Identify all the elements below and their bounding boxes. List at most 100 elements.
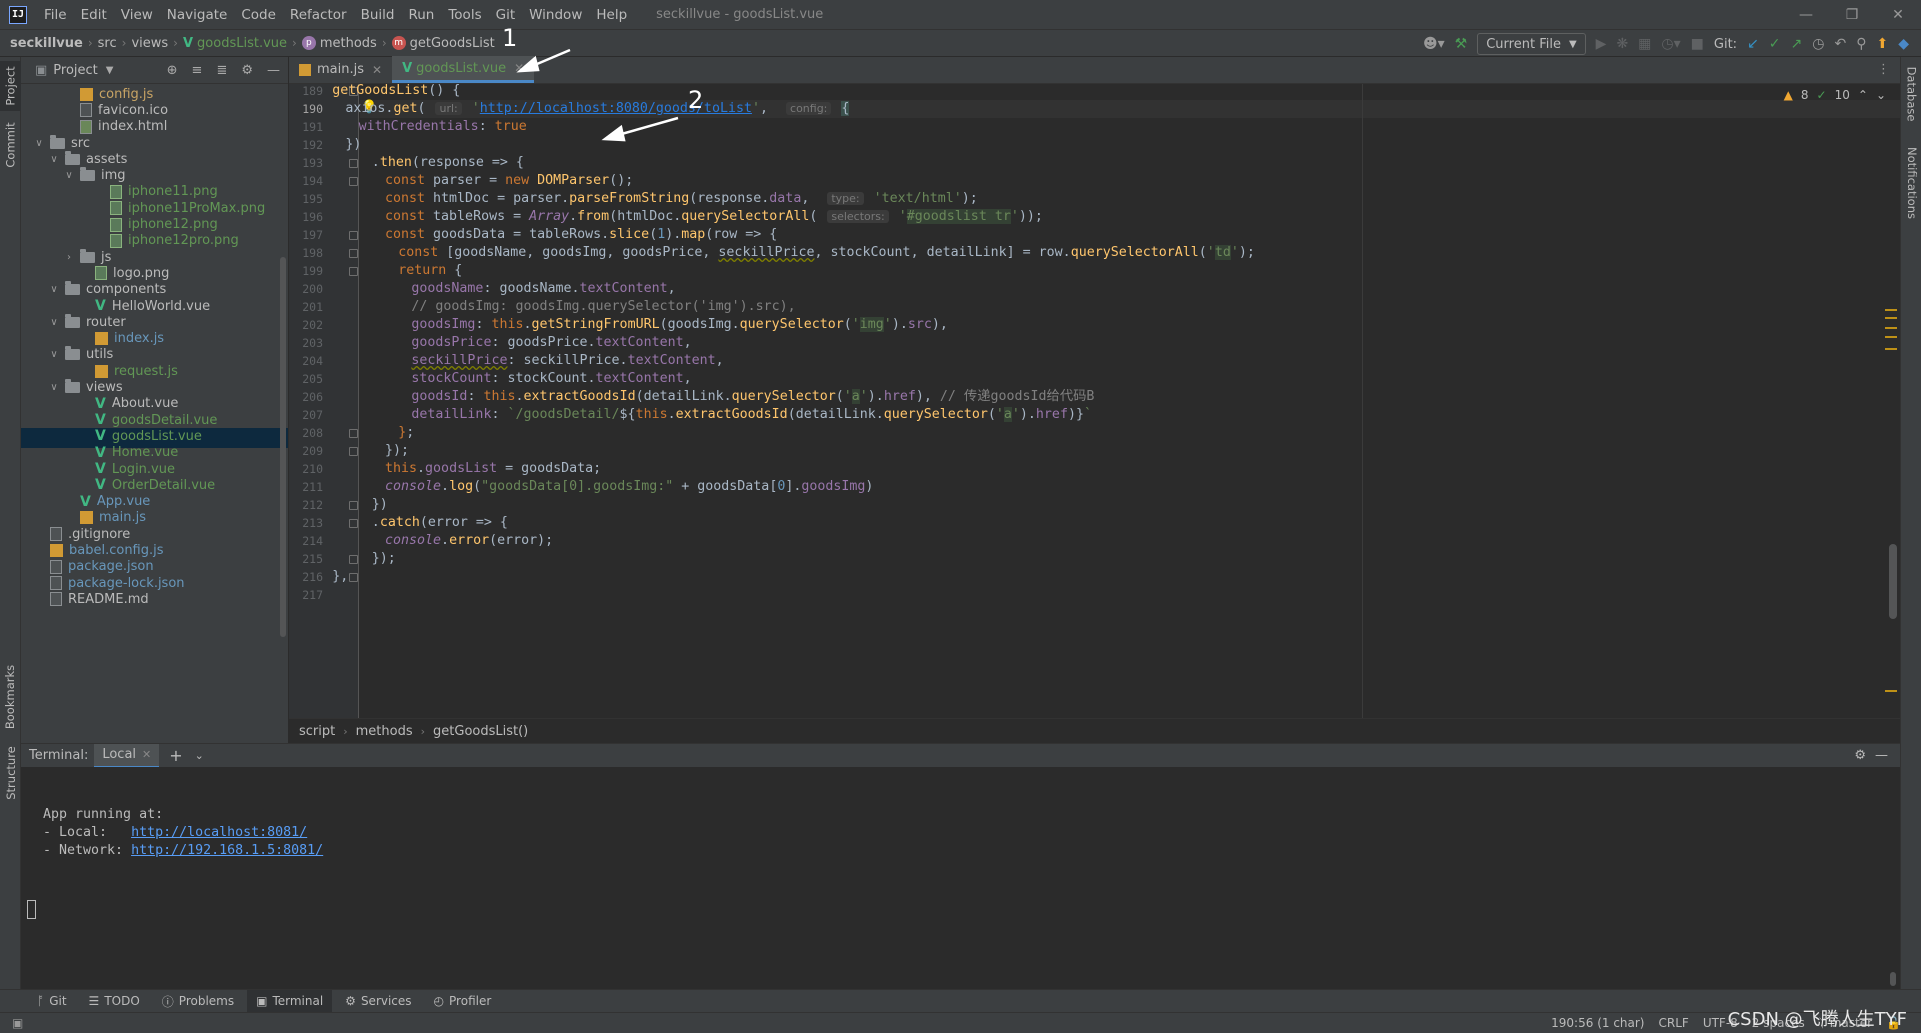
close-icon[interactable]: ✕ — [142, 748, 151, 761]
fold-marker-icon[interactable] — [349, 429, 358, 438]
breadcrumb-script[interactable]: script — [299, 724, 335, 739]
code-line[interactable]: this.goodsList = goodsData; — [385, 460, 601, 478]
editor-scroll-thumb[interactable] — [1889, 544, 1897, 619]
line-number[interactable]: 213 — [289, 514, 323, 532]
tree-item-about-vue[interactable]: V About.vue — [95, 396, 178, 412]
tree-item-js[interactable]: › js — [63, 248, 111, 265]
fold-marker-icon[interactable] — [349, 159, 358, 168]
tree-item-router[interactable]: ∨ router — [48, 313, 126, 330]
tool-terminal[interactable]: ▣ Terminal — [247, 989, 333, 1013]
tool-todo[interactable]: ☰ TODO — [80, 990, 149, 1013]
breadcrumb-getgoodslist[interactable]: getGoodsList() — [433, 724, 528, 739]
tool-problems[interactable]: ⓘ Problems — [153, 990, 243, 1013]
structure-tool-tab[interactable]: Structure — [0, 742, 21, 804]
chevron-down-icon[interactable]: ∨ — [63, 170, 75, 181]
tree-item-iphone11-png[interactable]: iphone11.png — [110, 184, 218, 200]
code-line[interactable]: }); — [372, 550, 396, 568]
database-tool-tab[interactable]: Database — [1901, 61, 1921, 127]
line-number[interactable]: 196 — [289, 208, 323, 226]
menu-git[interactable]: Git — [489, 7, 523, 23]
update-icon[interactable]: ⬆ — [1876, 36, 1888, 52]
code-line[interactable]: seckillPrice: seckillPrice.textContent, — [411, 352, 723, 370]
line-number[interactable]: 200 — [289, 280, 323, 298]
commit-tool-tab[interactable]: Commit — [0, 117, 21, 173]
local-url-link[interactable]: http://localhost:8081/ — [131, 825, 307, 840]
intellij-logo-icon[interactable]: IJ — [9, 5, 27, 24]
tree-item-iphone12pro-png[interactable]: iphone12pro.png — [110, 233, 239, 249]
chevron-right-icon[interactable]: › — [63, 252, 75, 263]
code-line[interactable]: const htmlDoc = parser.parseFromString(r… — [385, 190, 978, 208]
editor-scrollbar[interactable] — [1885, 84, 1900, 718]
line-number[interactable]: 205 — [289, 370, 323, 388]
git-rollback-icon[interactable]: ↶ — [1834, 36, 1846, 52]
gear-icon[interactable]: ⚙ — [241, 63, 253, 78]
chevron-down-icon[interactable]: ∨ — [48, 382, 60, 393]
minimize-icon[interactable]: — — [1783, 0, 1829, 29]
menu-navigate[interactable]: Navigate — [160, 7, 235, 23]
caret-position[interactable]: 190:56 (1 char) — [1551, 1016, 1644, 1030]
code-line[interactable]: goodsPrice: goodsPrice.textContent, — [411, 334, 691, 352]
line-number[interactable]: 207 — [289, 406, 323, 424]
line-number[interactable]: 199 — [289, 262, 323, 280]
restore-icon[interactable]: ❐ — [1829, 0, 1875, 29]
git-update-icon[interactable]: ↙ — [1747, 36, 1759, 52]
line-number[interactable]: 215 — [289, 550, 323, 568]
tab-main-js[interactable]: main.js ✕ — [289, 56, 392, 83]
fold-marker-icon[interactable] — [349, 267, 358, 276]
locate-icon[interactable]: ⊕ — [167, 63, 178, 78]
menu-code[interactable]: Code — [234, 7, 283, 23]
chevron-down-icon[interactable]: ∨ — [48, 154, 60, 165]
breadcrumb-project[interactable]: seckillvue — [0, 36, 83, 51]
chevron-down-icon[interactable]: ▼ — [106, 65, 114, 76]
tree-item--gitignore[interactable]: .gitignore — [50, 526, 130, 542]
expand-all-icon[interactable]: ≡ — [192, 63, 203, 78]
close-icon[interactable]: ✕ — [372, 63, 382, 77]
chevron-down-icon[interactable]: ⌄ — [1876, 88, 1886, 102]
fold-marker-icon[interactable] — [349, 177, 358, 186]
code-line[interactable]: goodsImg: this.getStringFromURL(goodsImg… — [411, 316, 948, 334]
tree-item-babel-config-js[interactable]: babel.config.js — [50, 542, 164, 558]
tree-item-favicon-ico[interactable]: favicon.ico — [80, 102, 168, 118]
menu-build[interactable]: Build — [354, 7, 402, 23]
new-terminal-icon[interactable]: + — [169, 746, 182, 765]
line-number[interactable]: 208 — [289, 424, 323, 442]
line-number[interactable]: 198 — [289, 244, 323, 262]
tool-git[interactable]: ᚩ Git — [28, 990, 76, 1013]
line-separator[interactable]: CRLF — [1659, 1016, 1689, 1030]
debug-icon[interactable]: ❋ — [1616, 36, 1628, 52]
line-number[interactable]: 206 — [289, 388, 323, 406]
tree-item-app-vue[interactable]: V App.vue — [80, 494, 150, 510]
breadcrumb-file[interactable]: V goodsList.vue — [178, 36, 287, 51]
tree-item-request-js[interactable]: request.js — [95, 363, 178, 379]
profile-icon[interactable]: ◷▾ — [1661, 36, 1680, 52]
layout-icon[interactable]: ▣ — [12, 1016, 23, 1030]
tree-item-iphone11promax-png[interactable]: iphone11ProMax.png — [110, 200, 265, 216]
terminal-scrollbar[interactable] — [1890, 972, 1896, 986]
plugin-icon[interactable]: ◆ — [1898, 36, 1909, 52]
tree-item-home-vue[interactable]: V Home.vue — [95, 445, 178, 461]
code-line[interactable]: // goodsImg: goodsImg.querySelector('img… — [411, 298, 795, 316]
tree-item-index-js[interactable]: index.js — [95, 331, 164, 347]
run-configuration-select[interactable]: Current File ▼ — [1477, 33, 1586, 55]
breadcrumb-method[interactable]: m getGoodsList — [387, 36, 495, 51]
bookmarks-tool-tab[interactable]: Bookmarks — [0, 662, 21, 732]
tree-item-views[interactable]: ∨ views — [48, 379, 123, 395]
line-number[interactable]: 203 — [289, 334, 323, 352]
chevron-down-icon[interactable]: ∨ — [48, 349, 60, 360]
hide-icon[interactable]: — — [267, 63, 280, 78]
tree-item-package-lock-json[interactable]: package-lock.json — [50, 575, 185, 591]
fold-marker-icon[interactable] — [349, 501, 358, 510]
tree-item-goodsdetail-vue[interactable]: VgoodsDetail.vue — [95, 412, 217, 428]
line-number[interactable]: 214 — [289, 532, 323, 550]
code-line[interactable]: .then(response => { — [372, 154, 524, 172]
line-number[interactable]: 193 — [289, 154, 323, 172]
code-line[interactable]: const tableRows = Array.from(htmlDoc.que… — [385, 208, 1043, 226]
coverage-icon[interactable]: ▦ — [1638, 36, 1651, 52]
build-hammer-icon[interactable]: ⚒ — [1455, 36, 1468, 52]
tree-item-orderdetail-vue[interactable]: V OrderDetail.vue — [95, 477, 215, 493]
tree-item-login-vue[interactable]: V Login.vue — [95, 461, 175, 477]
tab-goodslist-vue[interactable]: V goodsList.vue ✕ — [392, 56, 535, 83]
chevron-down-icon[interactable]: ⌄ — [195, 749, 204, 762]
git-commit-icon[interactable]: ✓ — [1769, 36, 1781, 52]
chevron-down-icon[interactable]: ∨ — [48, 317, 60, 328]
